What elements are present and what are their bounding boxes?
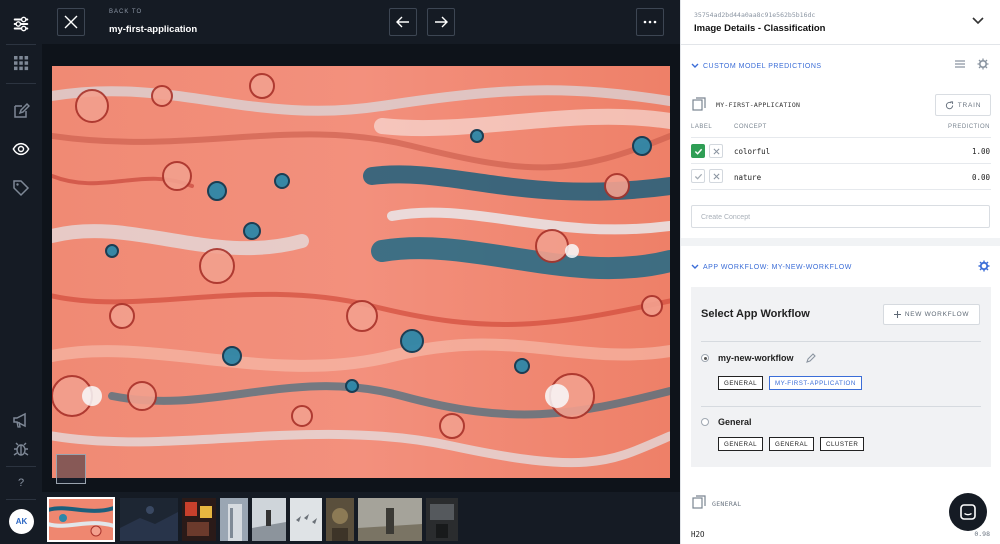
copy-icon[interactable] — [692, 495, 706, 509]
workflow-section-title: APP WORKFLOW: MY-NEW-WORKFLOW — [703, 263, 852, 271]
section-divider — [681, 238, 1000, 246]
ellipsis-icon — [643, 20, 657, 24]
filmstrip-thumbnail[interactable] — [252, 498, 286, 541]
image-filmstrip — [42, 492, 680, 544]
prediction-value: 1.00 — [971, 147, 990, 156]
close-icon — [713, 148, 719, 154]
label-positive-checkbox[interactable] — [691, 169, 705, 183]
image-id: 35754ad2bd44a0aa8c91e562b5b16dc — [694, 11, 816, 19]
eye-icon[interactable] — [0, 132, 42, 166]
pencil-icon[interactable] — [806, 353, 816, 363]
copy-icon[interactable] — [692, 97, 706, 111]
back-to-app-link[interactable]: my-first-application — [109, 24, 197, 35]
avatar[interactable]: AK — [9, 509, 34, 534]
select-workflow-title: Select App Workflow — [701, 308, 810, 320]
back-to-label: BACK TO — [109, 9, 143, 15]
image-viewer — [42, 44, 680, 492]
filmstrip-thumbnail[interactable] — [120, 498, 178, 541]
image-details-panel: 35754ad2bd44a0aa8c91e562b5b16dc Image De… — [680, 0, 1000, 544]
arrow-right-icon — [435, 16, 448, 28]
new-workflow-label: NEW WORKFLOW — [904, 311, 970, 318]
arrow-left-icon — [396, 16, 409, 28]
workflow-section-toggle[interactable]: APP WORKFLOW: MY-NEW-WORKFLOW — [691, 263, 852, 271]
select-workflow-card: Select App Workflow NEW WORKFLOW my-new-… — [691, 287, 991, 467]
label-column-header: LABEL — [691, 124, 713, 130]
close-icon — [713, 173, 719, 179]
list-icon[interactable] — [954, 58, 966, 70]
predictions-section-title: CUSTOM MODEL PREDICTIONS — [703, 62, 822, 70]
filmstrip-thumbnail[interactable] — [182, 498, 216, 541]
filmstrip-thumbnail[interactable] — [290, 498, 322, 541]
prediction-value: 0.00 — [971, 173, 990, 182]
train-label: TRAIN — [957, 101, 982, 109]
chevron-down-icon — [691, 264, 699, 269]
model-name: MY-FIRST-APPLICATION — [716, 101, 801, 109]
prediction-column-header: PREDICTION — [947, 124, 990, 130]
workflow-name[interactable]: General — [718, 417, 752, 427]
chat-button[interactable] — [949, 493, 987, 531]
tag-icon[interactable] — [0, 171, 42, 205]
create-concept-input[interactable]: Create Concept — [691, 205, 990, 228]
refresh-icon — [945, 100, 953, 109]
workflow-model-chip: GENERAL — [769, 437, 815, 451]
check-icon — [694, 173, 702, 180]
filmstrip-thumbnail[interactable] — [220, 498, 248, 541]
train-button[interactable]: TRAIN — [935, 94, 991, 116]
plus-icon — [893, 311, 901, 318]
bug-icon[interactable] — [0, 432, 42, 466]
workflow-model-chip: GENERAL — [718, 376, 764, 390]
logo-icon[interactable] — [0, 7, 42, 41]
workflow-radio[interactable] — [701, 354, 709, 362]
label-positive-checkbox[interactable] — [691, 144, 705, 158]
concept-column-header: CONCEPT — [734, 124, 767, 130]
label-negative-checkbox[interactable] — [709, 144, 723, 158]
gear-icon[interactable] — [978, 260, 990, 272]
workflow-model-chip: GENERAL — [718, 437, 764, 451]
new-workflow-button[interactable]: NEW WORKFLOW — [883, 304, 980, 325]
general-model-name: GENERAL — [712, 500, 742, 508]
panel-title: Image Details - Classification — [694, 23, 826, 34]
filmstrip-thumbnail[interactable] — [426, 498, 458, 541]
filmstrip-thumbnail[interactable] — [326, 498, 354, 541]
close-button[interactable] — [57, 8, 85, 36]
more-options-button[interactable] — [636, 8, 664, 36]
chevron-down-icon[interactable] — [971, 14, 985, 28]
next-image-button[interactable] — [427, 8, 455, 36]
edit-icon[interactable] — [0, 94, 42, 128]
minimap-thumbnail[interactable] — [56, 454, 86, 484]
concept-name: H2O — [691, 530, 705, 539]
workflow-name[interactable]: my-new-workflow — [718, 353, 794, 363]
workflow-model-chip: CLUSTER — [820, 437, 865, 451]
gear-icon[interactable] — [977, 58, 989, 70]
workflow-radio[interactable] — [701, 418, 709, 426]
prediction-value: 0.98 — [974, 530, 990, 538]
concept-name: colorful — [734, 147, 771, 156]
check-icon — [694, 148, 702, 155]
main-image[interactable] — [52, 66, 670, 478]
panel-header: 35754ad2bd44a0aa8c91e562b5b16dc Image De… — [681, 0, 1000, 45]
predictions-section-toggle[interactable]: CUSTOM MODEL PREDICTIONS — [691, 62, 822, 70]
label-negative-checkbox[interactable] — [709, 169, 723, 183]
filmstrip-thumbnail[interactable] — [358, 498, 422, 541]
workflow-model-chip: MY-FIRST-APPLICATION — [769, 376, 862, 390]
concept-name: nature — [734, 173, 762, 182]
previous-image-button[interactable] — [389, 8, 417, 36]
left-rail: ? AK — [0, 0, 42, 544]
chevron-down-icon — [691, 63, 699, 68]
chat-icon — [960, 504, 976, 520]
close-icon — [64, 15, 78, 29]
apps-grid-icon[interactable] — [0, 46, 42, 80]
viewer-topbar: BACK TO my-first-application — [42, 0, 680, 44]
help-link[interactable]: ? — [0, 477, 42, 489]
filmstrip-thumbnail[interactable] — [47, 497, 115, 542]
